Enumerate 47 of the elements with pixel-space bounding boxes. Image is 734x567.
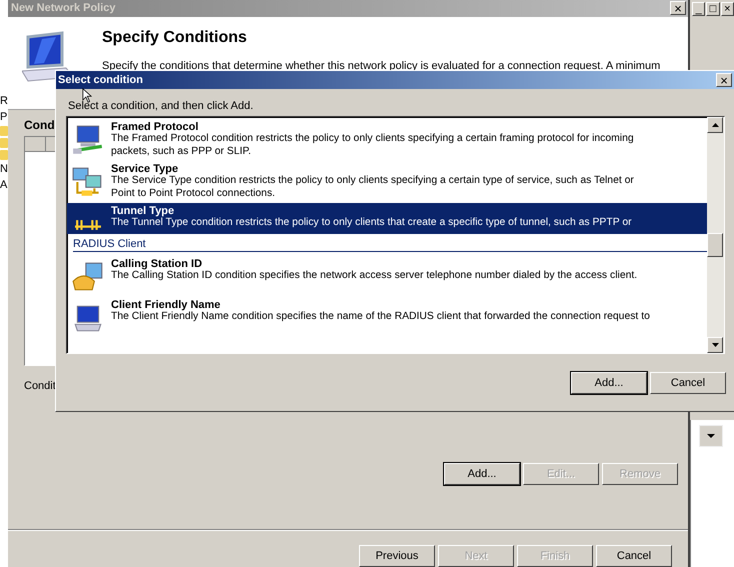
page-description: Specify the conditions that determine whether this network policy is evaluated for a connection request. A minimum: [102, 60, 660, 72]
condition-description: The Service Type condition restricts the policy to only clients specifying a certain type of service, such as Telnet or: [111, 175, 634, 188]
tree-item[interactable]: N: [0, 162, 8, 176]
condition-name: Tunnel Type: [111, 205, 176, 217]
dialog-button[interactable]: Add...: [571, 372, 647, 394]
scroll-down-icon: [712, 343, 718, 347]
condition-caption: Condit: [24, 380, 56, 392]
mouse-cursor-icon: [82, 88, 92, 103]
condition-item[interactable]: Client Friendly Name The Client Friendly Name condition specifies the name of the RADIUS client that forwarded the connection request to: [67, 297, 707, 338]
condition-button[interactable]: Add...: [444, 463, 520, 485]
close-button[interactable]: ×: [716, 73, 732, 87]
scroll-thumb[interactable]: [707, 233, 723, 257]
dialog-button[interactable]: Cancel: [650, 372, 726, 394]
conditions-label: Cond: [24, 118, 55, 132]
condition-name: Client Friendly Name: [111, 299, 222, 311]
tree-item[interactable]: P: [0, 110, 8, 124]
window-control-button[interactable]: □: [706, 2, 720, 16]
page-heading: Specify Conditions: [102, 28, 248, 47]
dropdown-arrow-icon: [707, 434, 715, 438]
close-button[interactable]: ×: [670, 1, 686, 16]
condition-description: The Calling Station ID condition specifies the network access server telephone number dialed by the access client.: [111, 270, 638, 282]
scrollbar[interactable]: [707, 117, 724, 353]
scroll-up-icon: [712, 123, 718, 127]
tree-item[interactable]: R: [0, 94, 8, 108]
nav-button[interactable]: Cancel: [596, 545, 672, 567]
nav-button[interactable]: Previous: [359, 545, 435, 567]
condition-item[interactable]: Framed Protocol The Framed Protocol condition restricts the policy to only clients specifying a certain framing protocol for incoming packets, such as PPP or SLIP.: [67, 119, 707, 161]
condition-name: Framed Protocol: [111, 121, 200, 133]
condition-name: Service Type: [111, 163, 180, 175]
window-control-button[interactable]: ×: [720, 2, 734, 16]
network-icon: [71, 123, 105, 157]
condition-item[interactable]: Tunnel Type The Tunnel Type condition restricts the policy to only clients that create a specific type of tunnel, such as PPTP or: [67, 203, 707, 234]
condition-item[interactable]: Service Type The Service Type condition restricts the policy to only clients specifying a certain type of service, such as Telnet or Point to Point Protocol connections.: [67, 161, 707, 203]
dropdown-button[interactable]: [699, 425, 723, 447]
condition-item[interactable]: Calling Station ID The Calling Station ID condition specifies the network access server telephone number dialed by the access client.: [67, 256, 707, 297]
tunnel-icon: [75, 219, 101, 231]
condition-description: The Framed Protocol condition restricts the policy to only clients specifying a certain framing protocol for incoming: [111, 133, 634, 146]
condition-description: packets, such as PPP or SLIP.: [111, 146, 252, 158]
window-title: New Network Policy: [11, 2, 116, 14]
condition-description: Point to Point Protocol connections.: [111, 188, 276, 200]
tree-item[interactable]: A: [0, 178, 8, 192]
condition-name: Calling Station ID: [111, 258, 204, 270]
condition-description: The Client Friendly Name condition specifies the name of the RADIUS client that forwarded the connection request to: [111, 311, 650, 324]
window-control-button[interactable]: _: [692, 2, 706, 16]
instruction-text: Select a condition, and then click Add.: [68, 100, 254, 112]
dialog-title: Select condition: [58, 74, 143, 86]
condition-description: The Tunnel Type condition restricts the policy to only clients that create a specific type of tunnel, such as PPTP or: [111, 217, 632, 230]
